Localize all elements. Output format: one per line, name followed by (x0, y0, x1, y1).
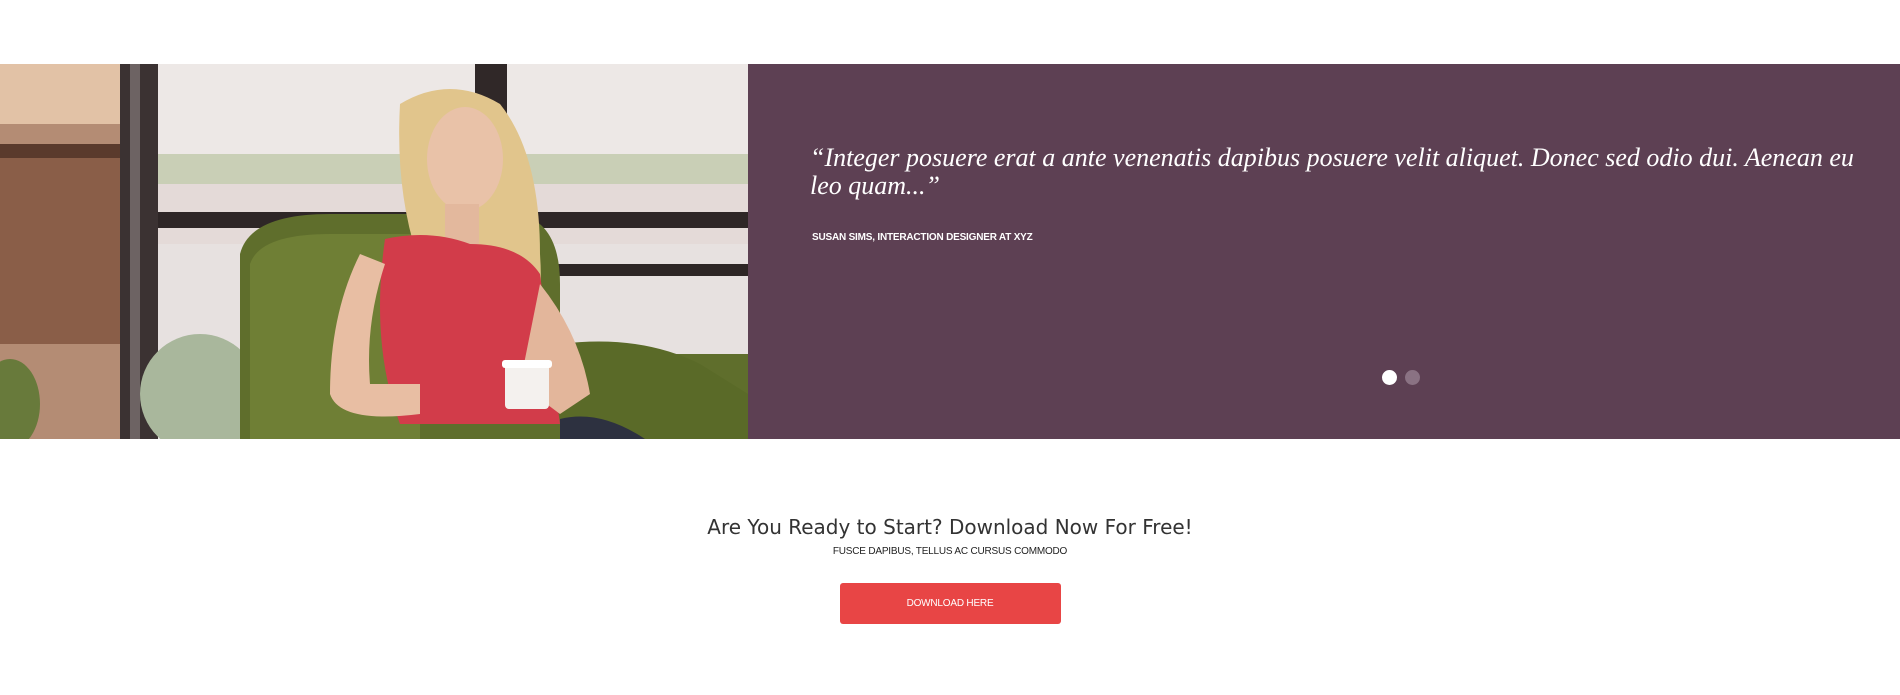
testimonial-photo-illustration (0, 64, 748, 439)
slider-dot-1[interactable] (1382, 370, 1397, 385)
testimonial-section: “Integer posuere erat a ante venenatis d… (0, 64, 1900, 439)
testimonial-author: SUSAN SIMS, INTERACTION DESIGNER AT XYZ (812, 232, 1033, 243)
download-button[interactable]: DOWNLOAD HERE (839, 583, 1061, 624)
slider-pagination (1382, 370, 1420, 385)
slider-dot-2[interactable] (1405, 370, 1420, 385)
testimonial-quote-panel: “Integer posuere erat a ante venenatis d… (748, 64, 1900, 439)
testimonial-quote: “Integer posuere erat a ante venenatis d… (810, 143, 1854, 200)
cta-subtitle: FUSCE DAPIBUS, TELLUS AC CURSUS COMMODO (832, 546, 1068, 557)
testimonial-photo (0, 64, 748, 439)
cta-title: Are You Ready to Start? Download Now For… (707, 515, 1193, 539)
download-cta-section: Are You Ready to Start? Download Now For… (0, 510, 1900, 624)
